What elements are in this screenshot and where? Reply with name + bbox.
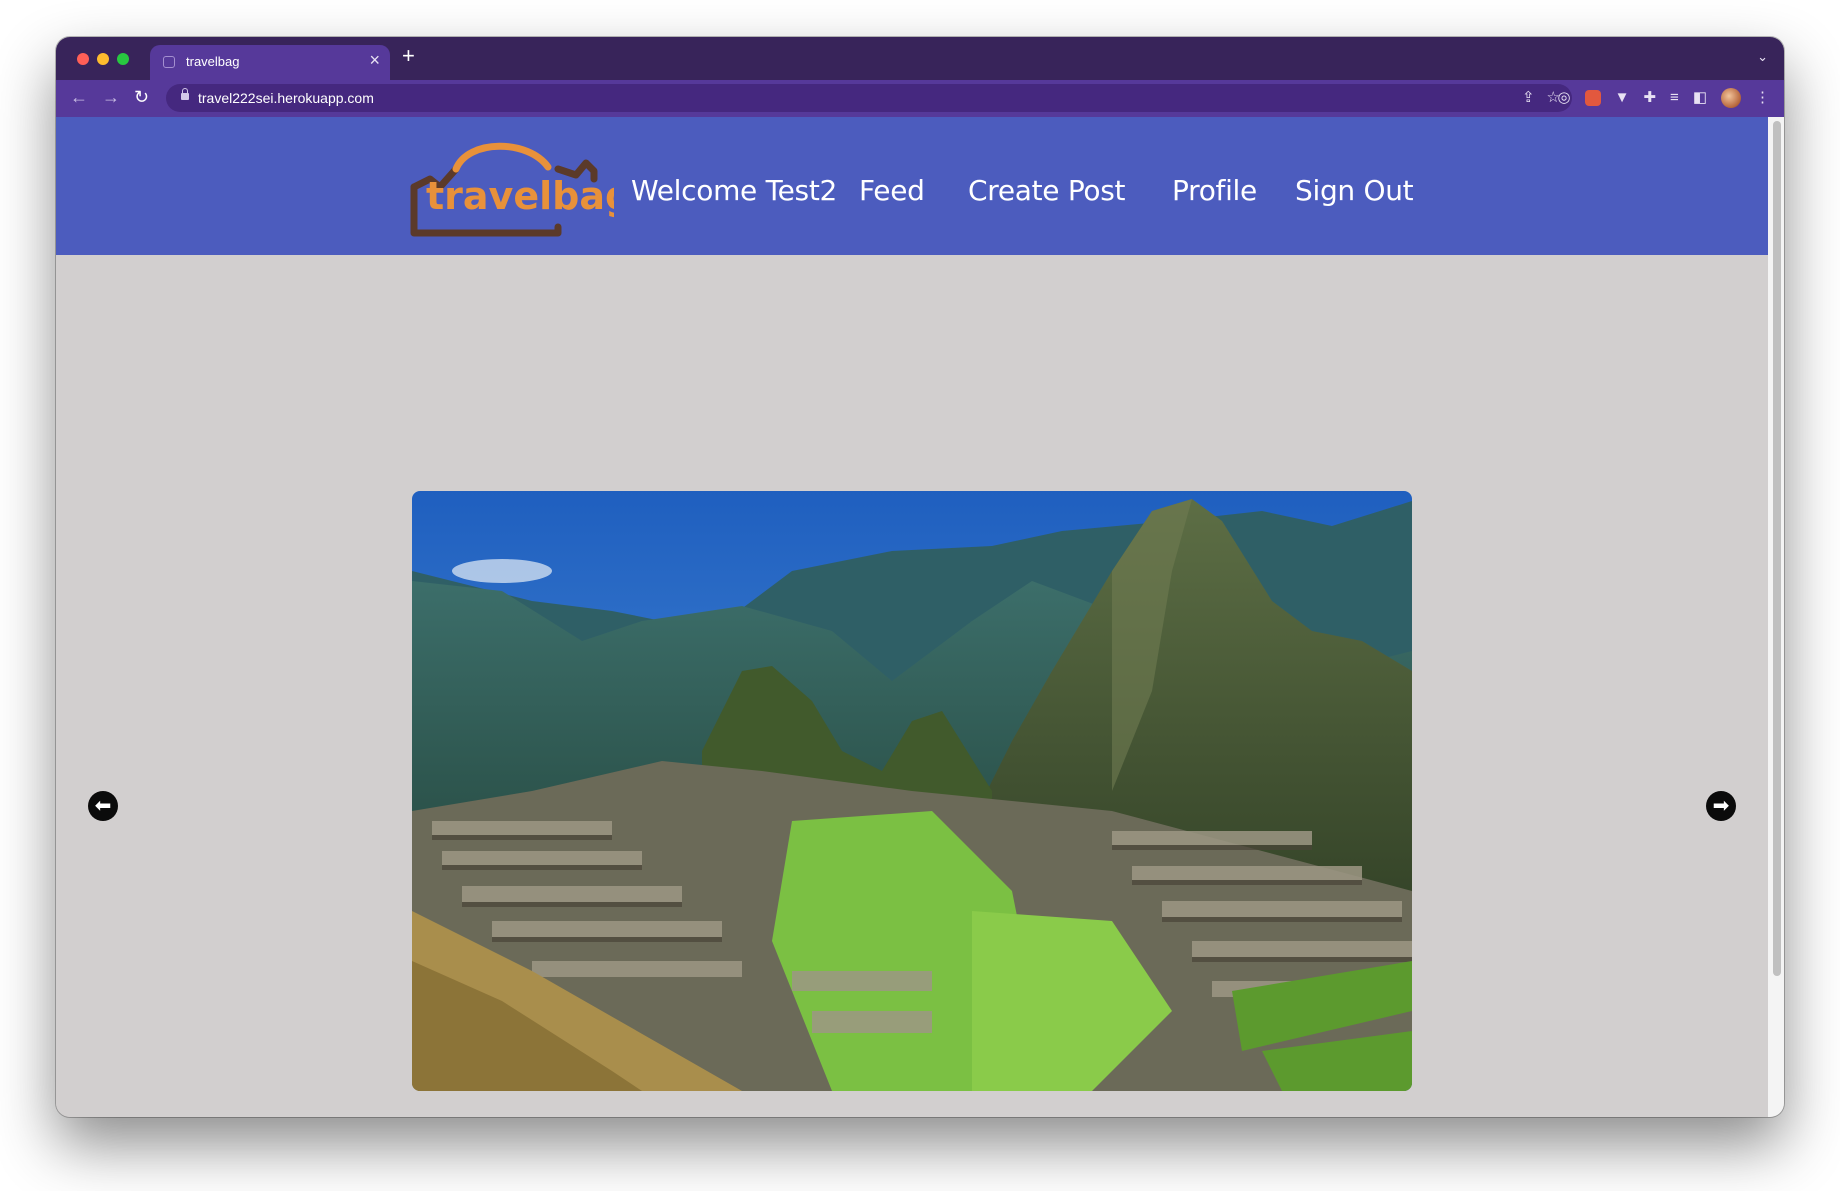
page-content: travelbag Welcome Test2 Feed Create Post… (56, 117, 1768, 1117)
minimize-window-button[interactable] (97, 53, 109, 65)
back-button[interactable]: ← (70, 86, 88, 108)
url-text[interactable]: travel222sei.herokuapp.com (198, 90, 374, 106)
address-bar[interactable]: travel222sei.herokuapp.com ⇪ ☆ (166, 84, 1572, 112)
extension-target-icon[interactable]: ◎ (1558, 88, 1571, 108)
tab-close-icon[interactable]: × (369, 51, 380, 69)
lock-icon[interactable] (181, 88, 189, 100)
carousel-prev-button[interactable]: ⬅ (88, 791, 118, 821)
profile-avatar[interactable] (1721, 88, 1741, 108)
menu-kebab-icon[interactable]: ⋮ (1755, 88, 1770, 108)
nav-create-post-link[interactable]: Create Post (968, 174, 1126, 207)
new-tab-button[interactable]: + (402, 45, 415, 67)
share-icon[interactable]: ⇪ (1522, 88, 1535, 108)
favicon-icon (163, 56, 175, 68)
carousel-image (412, 491, 1412, 1091)
site-header: travelbag Welcome Test2 Feed Create Post… (56, 117, 1768, 255)
extension-bar: ◎ ▼ ✚ ≡ ◧ ⋮ (1558, 88, 1770, 108)
welcome-text: Welcome Test2 (631, 174, 838, 207)
scrollbar-thumb[interactable] (1773, 121, 1781, 976)
reading-list-icon[interactable]: ≡ (1670, 88, 1679, 108)
reload-button[interactable]: ↻ (134, 86, 149, 108)
forward-button[interactable]: → (102, 86, 120, 108)
carousel-next-button[interactable]: ➡ (1706, 791, 1736, 821)
maximize-window-button[interactable] (117, 53, 129, 65)
arrow-left-circle-icon: ⬅ (94, 795, 112, 817)
nav-feed-link[interactable]: Feed (859, 174, 925, 207)
extension-v-icon[interactable]: ▼ (1615, 88, 1630, 108)
extension-fox-icon[interactable] (1584, 90, 1601, 106)
nav-profile-link[interactable]: Profile (1172, 174, 1257, 207)
tab-strip: travelbag × + ⌄ (56, 37, 1784, 80)
travelbag-logo[interactable]: travelbag (408, 139, 614, 239)
nav-sign-out-link[interactable]: Sign Out (1295, 174, 1414, 207)
browser-toolbar: ← → ↻ travel222sei.herokuapp.com ⇪ ☆ (56, 80, 1784, 117)
arrow-right-circle-icon: ➡ (1712, 795, 1730, 817)
tab-title: travelbag (186, 54, 240, 69)
side-panel-icon[interactable]: ◧ (1693, 88, 1707, 108)
browser-window: travelbag × + ⌄ ← → ↻ travel222sei.herok… (56, 37, 1784, 1117)
close-window-button[interactable] (77, 53, 89, 65)
tab-search-chevron-icon[interactable]: ⌄ (1757, 49, 1768, 65)
puzzle-extensions-icon[interactable]: ✚ (1643, 88, 1656, 108)
logo-text: travelbag (426, 174, 614, 218)
tab-travelbag[interactable]: travelbag × (150, 45, 390, 80)
